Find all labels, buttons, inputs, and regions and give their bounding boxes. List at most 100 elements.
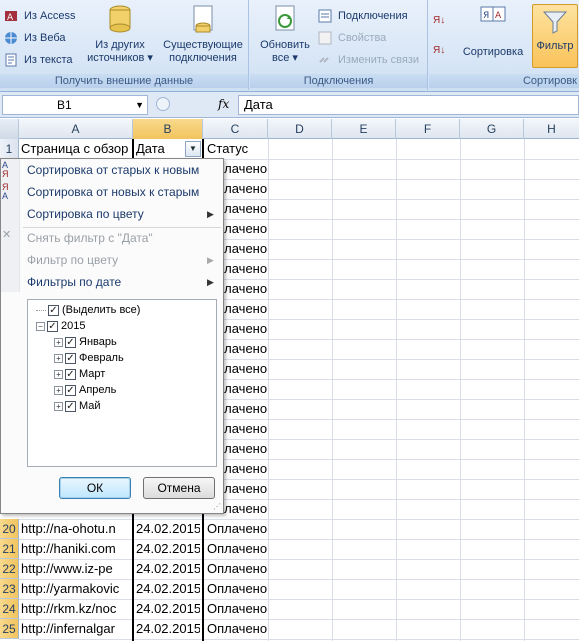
cell-date[interactable]: 24.02.2015	[134, 519, 200, 539]
cell-status[interactable]: Оплачено	[205, 619, 267, 639]
checkbox-month[interactable]: ✓	[65, 400, 76, 412]
gridline-vertical	[460, 139, 461, 641]
cell-status[interactable]: Оплачено	[205, 539, 267, 559]
tree-month-1[interactable]: + ✓ Февраль	[54, 350, 124, 366]
column-header-b[interactable]: B	[133, 119, 203, 139]
edit-links-icon	[318, 53, 334, 67]
cell-status[interactable]: Оплачено	[205, 579, 267, 599]
row-header[interactable]: 24	[0, 599, 19, 619]
cell-url[interactable]: http://yarmakovic	[19, 579, 131, 599]
tree-month-0[interactable]: + ✓ Январь	[54, 334, 117, 350]
column-headers: A B C D E F G H	[0, 119, 579, 139]
column-header-g[interactable]: G	[460, 119, 524, 139]
expand-icon[interactable]: +	[54, 353, 63, 363]
sort-by-color[interactable]: Сортировка по цвету	[27, 204, 144, 224]
row-header-1[interactable]: 1	[0, 139, 19, 159]
sort-asc-button[interactable]: Я↓	[433, 10, 445, 30]
cell-url[interactable]: http://haniki.com	[19, 539, 131, 559]
cell-date[interactable]: 24.02.2015	[134, 599, 200, 619]
filter-button[interactable]: Фильтр	[532, 4, 578, 68]
name-box-dropdown-icon[interactable]: ▼	[135, 96, 144, 114]
cell-url[interactable]: http://www.iz-pe	[19, 559, 131, 579]
sort-new-to-old[interactable]: Сортировка от новых к старым	[27, 182, 199, 202]
sort-old-to-new[interactable]: Сортировка от старых к новым	[27, 160, 199, 180]
checkbox-select-all[interactable]: ✓	[48, 304, 59, 316]
formula-input[interactable]: Дата	[238, 95, 579, 115]
text-file-icon	[4, 53, 20, 67]
column-header-a[interactable]: A	[19, 119, 133, 139]
sort-desc-icon: ЯА	[2, 182, 9, 201]
checkbox-month[interactable]: ✓	[65, 368, 76, 380]
cell-c1[interactable]: Статус	[205, 139, 267, 159]
resize-grip-icon[interactable]: ⋰	[213, 503, 221, 511]
name-box-value: B1	[57, 98, 72, 112]
properties-button[interactable]: Свойства	[318, 28, 386, 48]
checkbox-month[interactable]: ✓	[65, 384, 76, 396]
cell-a1[interactable]: Страница с обзор	[19, 139, 131, 159]
name-box[interactable]: B1 ▼	[2, 95, 148, 115]
cell-date[interactable]: 24.02.2015	[134, 559, 200, 579]
ok-button[interactable]: ОК	[59, 477, 131, 499]
cell-status[interactable]: Оплачено	[205, 519, 267, 539]
column-header-d[interactable]: D	[268, 119, 332, 139]
date-filters[interactable]: Фильтры по дате	[27, 272, 121, 292]
row-header[interactable]: 21	[0, 539, 19, 559]
filter-dropdown-button[interactable]: ▼	[185, 141, 201, 157]
cell-url[interactable]: http://rkm.kz/noc	[19, 599, 131, 619]
cell-url[interactable]: http://na-ohotu.n	[19, 519, 131, 539]
column-header-c[interactable]: C	[203, 119, 268, 139]
expand-icon[interactable]: +	[54, 401, 63, 411]
cell-status[interactable]: Оплачено	[205, 559, 267, 579]
from-other-sources-button[interactable]: Из других источников ▾	[84, 4, 156, 65]
row-header[interactable]: 25	[0, 619, 19, 639]
refresh-all-button[interactable]: Обновить все ▾	[254, 4, 316, 65]
cell-status[interactable]: Оплачено	[205, 599, 267, 619]
tree-month-4[interactable]: + ✓ Май	[54, 398, 101, 414]
collapse-icon[interactable]: −	[36, 321, 45, 331]
expand-icon[interactable]: +	[54, 337, 63, 347]
checkbox-month[interactable]: ✓	[65, 336, 76, 348]
select-all-corner[interactable]	[0, 119, 19, 139]
cell-url[interactable]: http://infernalgar	[19, 619, 131, 639]
tree-month-3[interactable]: + ✓ Апрель	[54, 382, 116, 398]
column-header-h[interactable]: H	[524, 119, 579, 139]
expand-icon[interactable]: +	[54, 385, 63, 395]
tree-month-2[interactable]: + ✓ Март	[54, 366, 105, 382]
row-header[interactable]: 20	[0, 519, 19, 539]
refresh-icon	[270, 4, 300, 36]
column-header-e[interactable]: E	[332, 119, 396, 139]
sort-desc-button[interactable]: Я↓	[433, 40, 445, 60]
cell-date[interactable]: 24.02.2015	[134, 619, 200, 639]
funnel-icon	[542, 9, 568, 38]
connections-button[interactable]: Подключения	[318, 6, 408, 26]
from-access-button[interactable]: A Из Access	[4, 6, 75, 26]
cell-date[interactable]: 24.02.2015	[134, 539, 200, 559]
row-header[interactable]: 23	[0, 579, 19, 599]
filter-by-color[interactable]: Фильтр по цвету	[27, 250, 118, 270]
gridline-vertical	[332, 139, 333, 641]
sort-by-color-arrow-icon: ▶	[207, 209, 214, 219]
clear-filter[interactable]: Снять фильтр с "Дата"	[27, 228, 153, 248]
from-web-button[interactable]: Из Веба	[4, 28, 66, 48]
cell-b1[interactable]: Дата	[134, 139, 184, 159]
checkbox-year[interactable]: ✓	[47, 320, 58, 332]
group-sort-label: Сортировк	[429, 74, 579, 88]
group-external-data: A Из Access Из Веба Из текста Из других …	[0, 0, 249, 90]
edit-links-button[interactable]: Изменить связи	[318, 50, 419, 70]
cancel-button[interactable]: Отмена	[143, 477, 215, 499]
date-filters-arrow-icon: ▶	[207, 277, 214, 287]
existing-connections-button[interactable]: Существующие подключения	[160, 4, 246, 65]
expand-icon[interactable]: +	[54, 369, 63, 379]
sort-button[interactable]: ЯА Сортировка	[457, 4, 529, 59]
tree-year-2015[interactable]: − ✓ 2015	[36, 318, 85, 334]
checkbox-month[interactable]: ✓	[65, 352, 76, 364]
row-header[interactable]: 22	[0, 559, 19, 579]
cell-date[interactable]: 24.02.2015	[134, 579, 200, 599]
from-text-button[interactable]: Из текста	[4, 50, 73, 70]
insert-function-icon[interactable]: fx	[218, 97, 229, 111]
gridline-horizontal	[19, 639, 579, 640]
refresh-label-1: Обновить	[260, 39, 310, 51]
column-header-f[interactable]: F	[396, 119, 460, 139]
tree-select-all[interactable]: ✓ (Выделить все)	[36, 302, 140, 318]
group-connections-label: Подключения	[250, 74, 427, 88]
